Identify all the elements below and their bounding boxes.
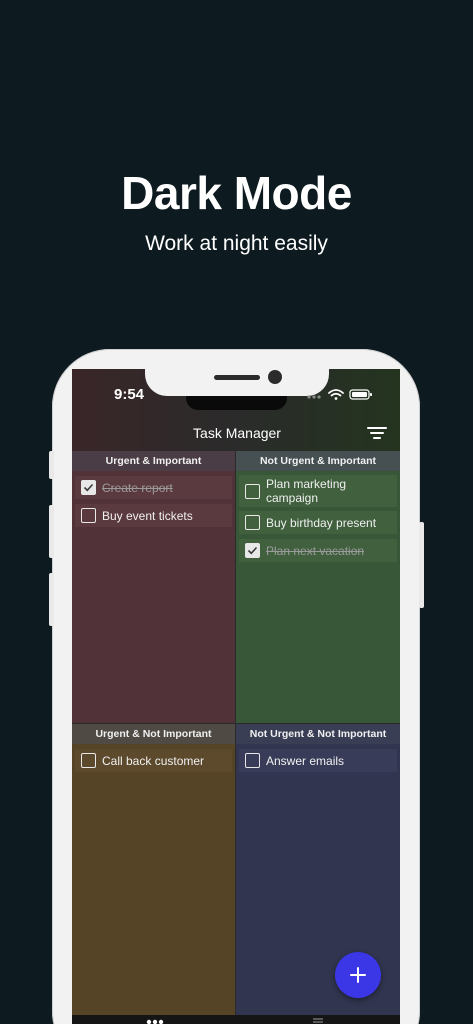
- speaker-grille: [214, 375, 260, 380]
- power-button: [419, 522, 424, 608]
- filter-icon[interactable]: [366, 425, 388, 441]
- add-task-button[interactable]: [335, 952, 381, 998]
- quadrant-not-urgent-important: Not Urgent & Important Plan marketing ca…: [236, 451, 400, 723]
- task-item[interactable]: Call back customer: [75, 749, 232, 772]
- task-label: Call back customer: [102, 753, 205, 768]
- task-label: Create report: [102, 480, 173, 495]
- task-item[interactable]: Buy birthday present: [239, 511, 397, 534]
- checkbox[interactable]: [245, 483, 260, 499]
- checkbox[interactable]: [81, 753, 96, 768]
- checkbox[interactable]: [245, 753, 260, 768]
- checkbox[interactable]: [81, 480, 96, 495]
- screen-notch: [186, 396, 287, 410]
- tab-bar: [72, 1015, 400, 1024]
- status-time: 9:54: [114, 386, 145, 403]
- task-label: Buy birthday present: [266, 515, 377, 530]
- task-label: Buy event tickets: [102, 508, 193, 523]
- quadrant-header: Urgent & Not Important: [72, 724, 235, 744]
- checkbox[interactable]: [245, 515, 260, 530]
- task-label: Plan next vacation: [266, 543, 365, 558]
- task-label: Answer emails: [266, 753, 345, 768]
- plus-icon: [350, 967, 366, 983]
- app-title: Task Manager: [193, 425, 281, 441]
- quadrant-urgent-not-important: Urgent & Not Important Call back custome…: [72, 724, 235, 1024]
- task-item[interactable]: Plan marketing campaign: [239, 475, 397, 507]
- mute-switch: [49, 451, 54, 479]
- front-camera: [268, 370, 282, 384]
- checkmark-icon: [83, 483, 94, 492]
- volume-up-button: [49, 505, 54, 558]
- checkbox[interactable]: [245, 543, 260, 558]
- signal-dots-icon: [307, 395, 321, 399]
- quadrant-urgent-important: Urgent & Important Create report Buy eve…: [72, 451, 235, 723]
- battery-icon: [349, 389, 372, 400]
- wifi-icon: [328, 389, 344, 400]
- task-item[interactable]: Buy event tickets: [75, 504, 232, 527]
- checkbox[interactable]: [81, 508, 96, 523]
- task-item[interactable]: Answer emails: [239, 749, 397, 772]
- task-label: Plan marketing campaign: [266, 477, 347, 505]
- hero-subtitle: Work at night easily: [145, 232, 328, 255]
- checkmark-icon: [247, 546, 258, 555]
- quadrant-header: Urgent & Important: [72, 451, 235, 471]
- list-tab-icon[interactable]: [313, 1018, 323, 1024]
- task-item[interactable]: Plan next vacation: [239, 539, 397, 562]
- phone-notch: [145, 369, 329, 396]
- status-icons: [307, 389, 372, 400]
- quadrant-header: Not Urgent & Not Important: [236, 724, 400, 744]
- grid-tab-icon[interactable]: [146, 1019, 164, 1024]
- hero-title: Dark Mode: [121, 167, 352, 219]
- volume-down-button: [49, 573, 54, 626]
- quadrant-header: Not Urgent & Important: [236, 451, 400, 471]
- task-item[interactable]: Create report: [75, 476, 232, 499]
